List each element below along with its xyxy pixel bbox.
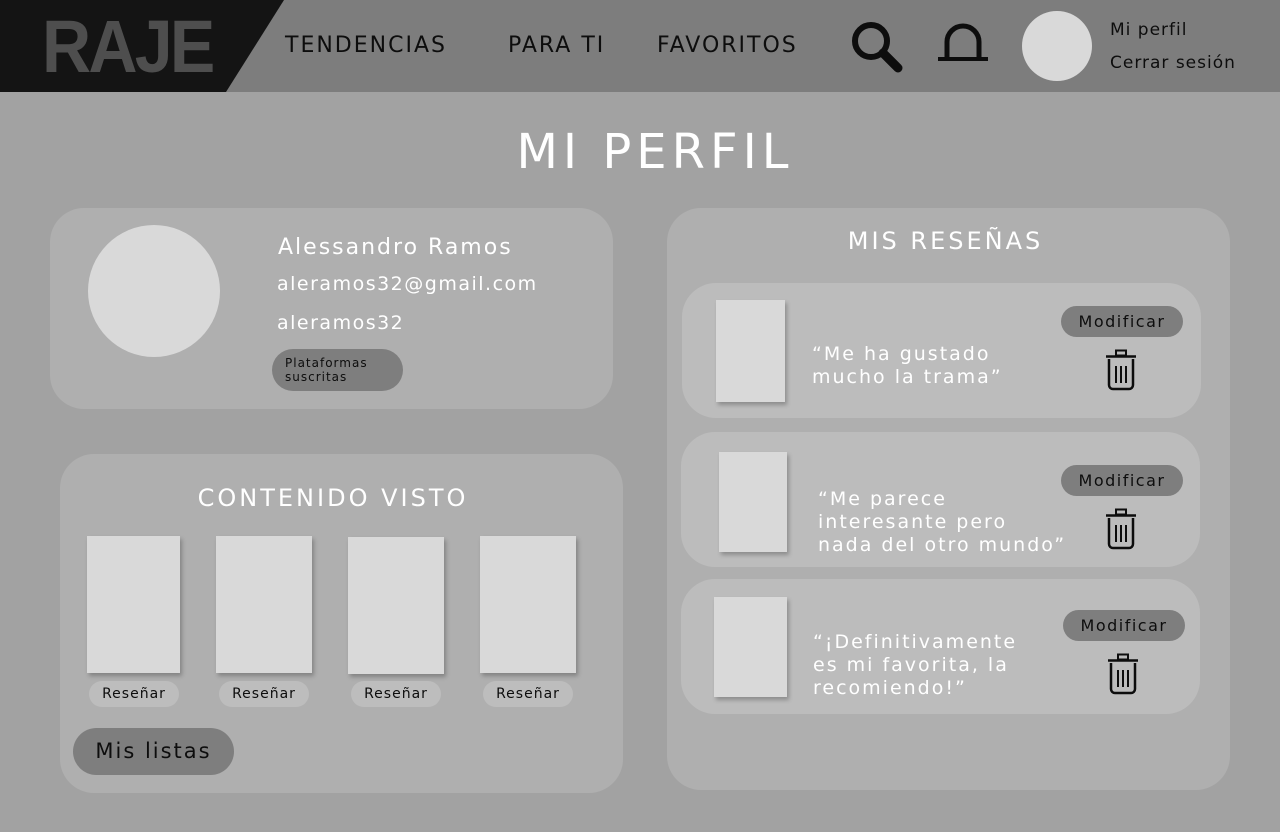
top-bar: RAJE TENDENCIAS PARA TI FAVORITOS Mi per… — [0, 0, 1280, 92]
profile-card: Alessandro Ramos aleramos32@gmail.com al… — [50, 208, 613, 409]
review-item: “¡Definitivamente es mi favorita, la rec… — [681, 579, 1200, 714]
review-button[interactable]: Reseñar — [351, 681, 441, 707]
review-poster[interactable] — [719, 452, 787, 552]
review-item: “Me ha gustado mucho la trama” Modificar — [682, 283, 1201, 418]
review-text: “¡Definitivamente es mi favorita, la rec… — [813, 631, 1018, 699]
nav-favoritos[interactable]: FAVORITOS — [657, 32, 798, 60]
review-button[interactable]: Reseñar — [483, 681, 573, 707]
review-poster[interactable] — [714, 597, 787, 697]
modify-review-button[interactable]: Modificar — [1063, 610, 1185, 641]
nav-para-ti[interactable]: PARA TI — [508, 32, 605, 60]
trash-icon[interactable] — [1105, 349, 1137, 391]
review-text: “Me ha gustado mucho la trama” — [812, 343, 1003, 388]
bell-icon[interactable] — [936, 20, 990, 64]
review-button[interactable]: Reseñar — [219, 681, 309, 707]
my-reviews-title: MIS RESEÑAS — [847, 227, 1044, 255]
seen-content-title: CONTENIDO VISTO — [197, 484, 469, 512]
trash-icon[interactable] — [1107, 653, 1139, 695]
content-poster[interactable] — [348, 537, 444, 674]
logout-link[interactable]: Cerrar sesión — [1110, 52, 1236, 74]
my-lists-button[interactable]: Mis listas — [73, 728, 234, 775]
review-item: “Me parece interesante pero nada del otr… — [681, 432, 1200, 567]
content-poster[interactable] — [216, 536, 312, 673]
review-poster[interactable] — [716, 300, 785, 402]
nav-tendencias[interactable]: TENDENCIAS — [285, 32, 447, 60]
profile-email: aleramos32@gmail.com — [277, 273, 538, 295]
trash-icon[interactable] — [1105, 508, 1137, 550]
review-button[interactable]: Reseñar — [89, 681, 179, 707]
logo[interactable]: RAJE — [42, 8, 215, 86]
content-poster[interactable] — [87, 536, 180, 673]
content-poster[interactable] — [480, 536, 576, 673]
my-reviews-card: MIS RESEÑAS “Me ha gustado mucho la tram… — [667, 208, 1230, 790]
profile-avatar[interactable] — [88, 225, 220, 357]
search-icon[interactable] — [850, 20, 904, 74]
modify-review-button[interactable]: Modificar — [1061, 465, 1183, 496]
modify-review-button[interactable]: Modificar — [1061, 306, 1183, 337]
my-profile-link[interactable]: Mi perfil — [1110, 19, 1187, 41]
review-text: “Me parece interesante pero nada del otr… — [818, 488, 1067, 556]
profile-username: aleramos32 — [277, 312, 405, 334]
profile-name: Alessandro Ramos — [278, 235, 513, 260]
page-title: MI PERFIL — [516, 124, 794, 180]
header-avatar[interactable] — [1022, 11, 1092, 81]
seen-content-card: CONTENIDO VISTO Reseñar Reseñar Reseñar … — [60, 454, 623, 793]
subscribed-platforms-button[interactable]: Plataformas suscritas — [272, 349, 403, 391]
